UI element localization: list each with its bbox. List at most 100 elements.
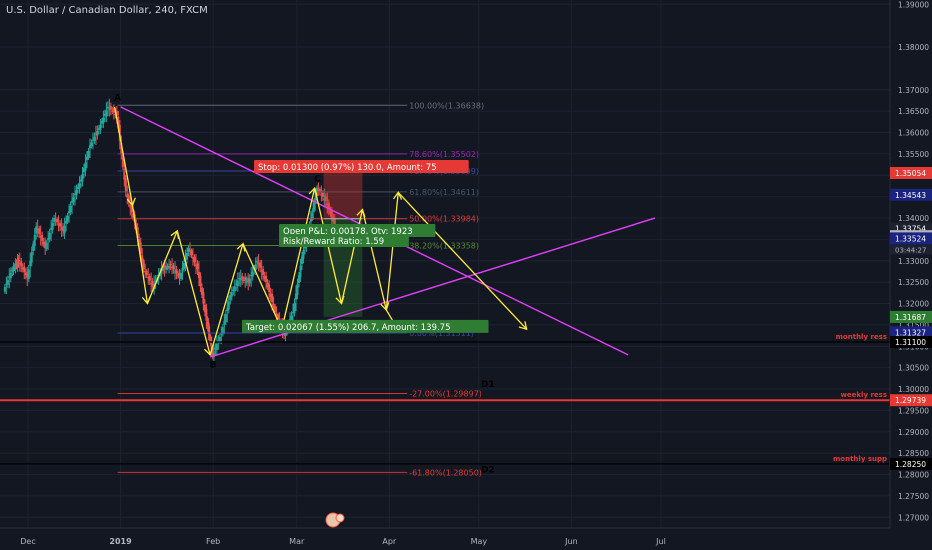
candle-body: [33, 235, 36, 246]
candle-body: [41, 235, 44, 241]
candle-body: [45, 242, 48, 249]
candle-body: [96, 131, 99, 136]
candle-body: [224, 314, 227, 322]
candle-body: [241, 276, 244, 280]
candle-body: [251, 271, 254, 277]
candle-body: [165, 267, 168, 270]
rr-label: Risk/Reward Ratio: 1.59: [279, 234, 409, 247]
candle-body: [230, 292, 233, 297]
stop-label: Stop: 0.01300 (0.97%) 130.0, Amount: 75: [254, 159, 469, 173]
candle-body: [90, 142, 93, 147]
x-tick-label: 2019: [109, 537, 132, 546]
y-tick-label: 1.36500: [898, 107, 929, 116]
level-label: monthly supp: [833, 455, 887, 463]
candle-body: [145, 270, 148, 276]
candle-body: [17, 259, 20, 261]
y-tick-label: 1.27000: [898, 513, 929, 522]
wave-label: B: [210, 361, 217, 371]
candle-body: [30, 252, 33, 263]
candle-body: [293, 302, 296, 314]
candle-body: [27, 269, 30, 280]
candle-body: [99, 124, 102, 130]
candle-body: [268, 284, 271, 293]
candle-body: [199, 275, 202, 287]
candle-body: [75, 190, 78, 196]
usdcad-chart[interactable]: monthly ress weekly ress monthly supp 100.0…: [0, 0, 932, 550]
fib-label: 100.00%(1.36638): [409, 101, 484, 110]
candle-body: [227, 301, 230, 310]
candle-body: [66, 215, 69, 222]
candle-body: [244, 277, 247, 281]
candle-body: [321, 192, 324, 197]
candle-body: [248, 278, 251, 284]
y-tick-label: 1.37000: [898, 86, 929, 95]
price-label-text: 1.31100: [895, 338, 926, 347]
x-tick-label: Feb: [206, 537, 220, 546]
candle-body: [168, 265, 171, 269]
candle-body: [9, 272, 12, 279]
y-tick-label: 1.28500: [898, 449, 929, 458]
price-label-text: 1.31327: [895, 328, 926, 337]
candle-body: [183, 262, 186, 270]
candle-body: [84, 162, 87, 171]
price-label-text: 1.34543: [895, 191, 926, 200]
y-tick-label: 1.28000: [898, 471, 929, 480]
candle-body: [205, 308, 208, 321]
x-tick-label: May: [471, 537, 488, 546]
candle-body: [233, 286, 236, 292]
wave-label: C: [314, 175, 321, 185]
chart-title: U.S. Dollar / Canadian Dollar, 240, FXCM: [6, 5, 208, 16]
event-marker-icon-2: [335, 513, 345, 523]
candle-body: [175, 269, 178, 274]
y-tick-label: 1.30500: [898, 364, 929, 373]
time-axis-bg: [0, 528, 932, 550]
candle-body: [296, 284, 299, 296]
candle-body: [302, 250, 305, 259]
x-tick-label: Mar: [289, 537, 305, 546]
fib-label: 61.80%(1.34611): [409, 188, 479, 197]
candle-body: [78, 183, 81, 189]
candle-body: [87, 151, 90, 158]
chart-area[interactable]: monthly ress weekly ress monthly supp 100.0…: [0, 0, 932, 550]
fib-label: 38.20%(1.33358): [409, 241, 479, 250]
candle-body: [63, 225, 66, 234]
candle-body: [142, 260, 145, 270]
candle-body: [48, 233, 51, 240]
y-tick-label: 1.27500: [898, 492, 929, 501]
x-tick-label: Apr: [382, 537, 397, 546]
candle-body: [81, 173, 84, 182]
candle-body: [256, 260, 259, 263]
candle-body: [51, 223, 54, 230]
candle-body: [56, 218, 59, 223]
candle-body: [106, 106, 109, 109]
candle-body: [259, 262, 262, 268]
fib-label: -27.00%(1.29897): [409, 389, 482, 398]
candle-body: [193, 256, 196, 263]
fib-label: -61.80%(1.28050): [409, 468, 482, 477]
y-tick-label: 1.35500: [898, 150, 929, 159]
candle-body: [38, 228, 41, 234]
candle-body: [218, 337, 221, 342]
y-tick-label: 1.30000: [898, 385, 929, 394]
x-tick-label: Jul: [655, 537, 666, 546]
y-tick-label: 1.34000: [898, 214, 929, 223]
y-tick-label: 1.29000: [898, 428, 929, 437]
candle-body: [20, 261, 23, 267]
candle-body: [290, 315, 293, 321]
y-tick-label: 1.29500: [898, 406, 929, 415]
y-tick-label: 1.38000: [898, 43, 929, 52]
candle-body: [202, 292, 205, 304]
candle-body: [265, 275, 268, 283]
y-tick-label: 1.32500: [898, 278, 929, 287]
candle-body: [299, 265, 302, 278]
rr-label-text: Risk/Reward Ratio: 1.59: [283, 237, 384, 247]
candle-body: [180, 272, 183, 279]
candle-body: [102, 117, 105, 124]
candle-body: [109, 106, 112, 110]
target-label-text: Target: 0.02067 (1.55%) 206.7, Amount: 1…: [245, 323, 451, 333]
x-tick-label: Dec: [20, 537, 35, 546]
candle-body: [162, 268, 165, 271]
candle-body: [105, 110, 108, 117]
price-label-text: 1.28250: [895, 460, 926, 469]
level-label: monthly ress: [836, 333, 887, 341]
